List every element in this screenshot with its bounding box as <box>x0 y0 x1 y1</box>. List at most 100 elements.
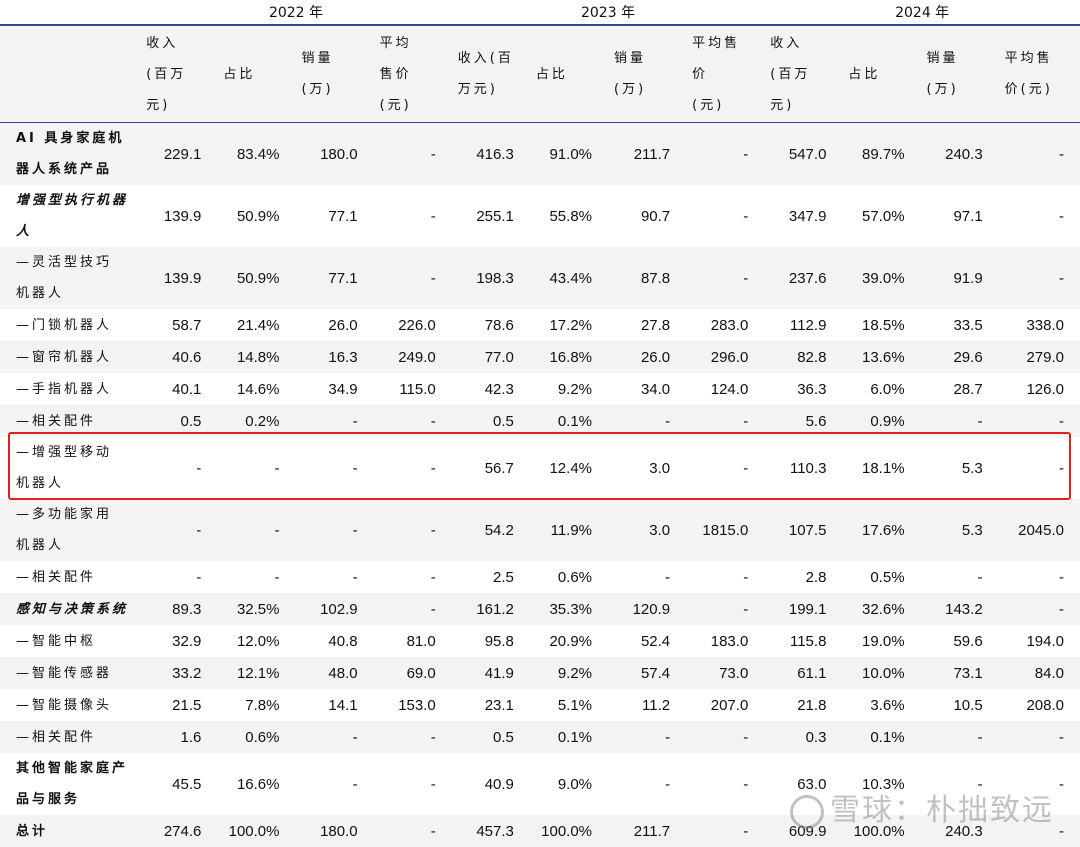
table-cell: 110.3 <box>764 437 842 499</box>
table-cell: 16.3 <box>295 341 373 373</box>
table-row: —门锁机器人58.721.4%26.0226.078.617.2%27.8283… <box>0 309 1080 341</box>
row-label: —相关配件 <box>0 405 140 437</box>
table-cell: 1815.0 <box>686 499 764 561</box>
table-cell: - <box>921 561 999 593</box>
table-cell: 81.0 <box>374 625 452 657</box>
table-cell: 0.5 <box>452 405 530 437</box>
table-cell: 56.7 <box>452 437 530 499</box>
table-cell: 73.0 <box>686 657 764 689</box>
table-cell: 226.0 <box>374 309 452 341</box>
table-cell: 11.2 <box>608 689 686 721</box>
table-cell: 12.0% <box>217 625 295 657</box>
table-cell: 18.1% <box>842 437 920 499</box>
table-cell: 26.0 <box>608 341 686 373</box>
table-cell: 58.7 <box>140 309 217 341</box>
table-cell: - <box>295 405 373 437</box>
table-cell: 107.5 <box>764 499 842 561</box>
table-cell: 21.4% <box>217 309 295 341</box>
table-cell: 89.3 <box>140 593 217 625</box>
table-cell: - <box>374 405 452 437</box>
table-row: —相关配件----2.50.6%--2.80.5%-- <box>0 561 1080 593</box>
row-label: —智能传感器 <box>0 657 140 689</box>
table-cell: 43.4% <box>530 247 608 309</box>
table-cell: 139.9 <box>140 185 217 247</box>
col-header: 平均 售价 (元) <box>374 25 452 123</box>
table-cell: 194.0 <box>999 625 1080 657</box>
table-cell: 547.0 <box>764 123 842 186</box>
table-row: —灵活型技巧 机器人139.950.9%77.1-198.343.4%87.8-… <box>0 247 1080 309</box>
table-cell: 91.9 <box>921 247 999 309</box>
row-label: 感知与决策系统 <box>0 593 140 625</box>
table-cell: - <box>374 499 452 561</box>
row-label: 其他智能家庭产 品与服务 <box>0 753 140 815</box>
column-header-row: 收入 (百万 元) 占比 销量 (万) 平均 售价 (元) 收入(百 万元) 占… <box>0 25 1080 123</box>
table-cell: - <box>374 815 452 847</box>
table-cell: 36.3 <box>764 373 842 405</box>
table-cell: 11.9% <box>530 499 608 561</box>
row-label: 增强型执行机器 人 <box>0 185 140 247</box>
col-header: 收入(百 万元) <box>452 25 530 123</box>
table-cell: 115.0 <box>374 373 452 405</box>
table-cell: 3.0 <box>608 437 686 499</box>
col-header: 销量 (万) <box>921 25 999 123</box>
table-cell: - <box>686 753 764 815</box>
table-cell: - <box>686 437 764 499</box>
table-cell: - <box>374 247 452 309</box>
table-cell: 20.9% <box>530 625 608 657</box>
table-cell: - <box>999 405 1080 437</box>
table-cell: 40.6 <box>140 341 217 373</box>
table-cell: 14.6% <box>217 373 295 405</box>
table-cell: - <box>999 561 1080 593</box>
table-cell: 83.4% <box>217 123 295 186</box>
table-cell: 161.2 <box>452 593 530 625</box>
table-cell: - <box>217 561 295 593</box>
corner-cell <box>0 0 140 25</box>
table-row: —相关配件0.50.2%--0.50.1%--5.60.9%-- <box>0 405 1080 437</box>
table-cell: 255.1 <box>452 185 530 247</box>
table-cell: 2.8 <box>764 561 842 593</box>
row-label: AI 具身家庭机 器人系统产品 <box>0 123 140 186</box>
table-cell: - <box>921 721 999 753</box>
row-label: —增强型移动 机器人 <box>0 437 140 499</box>
table-row: —多功能家用 机器人----54.211.9%3.01815.0107.517.… <box>0 499 1080 561</box>
table-cell: 180.0 <box>295 123 373 186</box>
table-cell: 10.0% <box>842 657 920 689</box>
year-2024: 2024 年 <box>764 0 1080 25</box>
table-cell: 249.0 <box>374 341 452 373</box>
table-cell: 3.0 <box>608 499 686 561</box>
table-cell: - <box>295 721 373 753</box>
table-cell: - <box>374 753 452 815</box>
table-cell: - <box>295 499 373 561</box>
table-cell: 55.8% <box>530 185 608 247</box>
table-cell: 84.0 <box>999 657 1080 689</box>
table-cell: 180.0 <box>295 815 373 847</box>
table-cell: - <box>999 185 1080 247</box>
table-cell: 45.5 <box>140 753 217 815</box>
table-cell: 12.1% <box>217 657 295 689</box>
table-cell: 5.6 <box>764 405 842 437</box>
table-cell: 52.4 <box>608 625 686 657</box>
watermark-text: 雪球：朴拙致远 <box>830 793 1054 828</box>
table-cell: 0.5% <box>842 561 920 593</box>
table-cell: - <box>217 499 295 561</box>
table-cell: 35.3% <box>530 593 608 625</box>
col-header: 收入 (百万 元) <box>764 25 842 123</box>
table-cell: 9.0% <box>530 753 608 815</box>
table-cell: 237.6 <box>764 247 842 309</box>
table-row: —智能摄像头21.57.8%14.1153.023.15.1%11.2207.0… <box>0 689 1080 721</box>
table-cell: 87.8 <box>608 247 686 309</box>
table-cell: 21.8 <box>764 689 842 721</box>
table-cell: 283.0 <box>686 309 764 341</box>
col-header: 销量 (万) <box>608 25 686 123</box>
table-cell: 77.0 <box>452 341 530 373</box>
table-cell: - <box>999 247 1080 309</box>
row-label: —窗帘机器人 <box>0 341 140 373</box>
table-cell: 40.1 <box>140 373 217 405</box>
table-cell: 48.0 <box>295 657 373 689</box>
table-cell: - <box>686 561 764 593</box>
table-cell: 57.4 <box>608 657 686 689</box>
table-cell: - <box>374 123 452 186</box>
row-label: —灵活型技巧 机器人 <box>0 247 140 309</box>
table-cell: 27.8 <box>608 309 686 341</box>
table-cell: 29.6 <box>921 341 999 373</box>
